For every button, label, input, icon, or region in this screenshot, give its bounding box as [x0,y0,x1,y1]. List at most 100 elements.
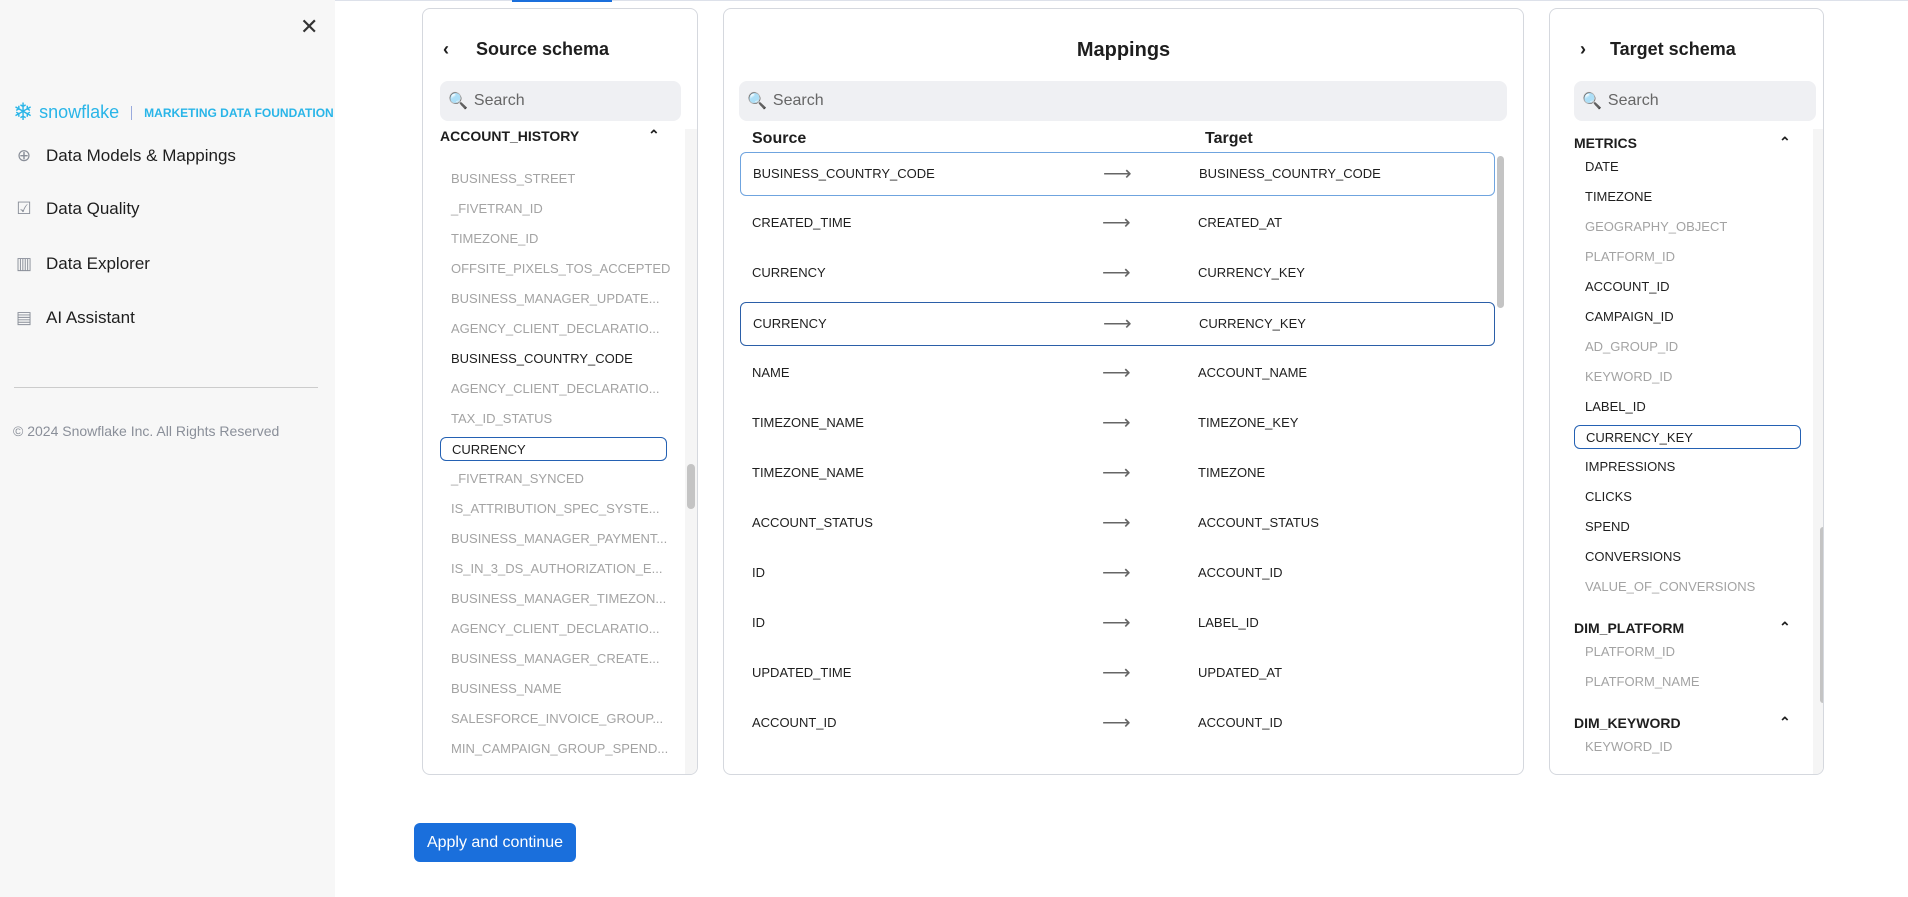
chevron-up-icon[interactable]: ⌃ [1779,714,1791,731]
section-header[interactable]: METRICS [1574,135,1637,151]
target-field-item[interactable]: AD_GROUP_ID [1574,335,1801,359]
target-field-item[interactable]: ACCOUNT_ID [1574,275,1801,299]
target-field-item[interactable]: CONVERSIONS [1574,545,1801,569]
search-placeholder: Search [1607,92,1659,109]
mapping-source: TIMEZONE_NAME [752,415,864,430]
source-field-item[interactable]: BUSINESS_MANAGER_UPDATE... [440,287,665,311]
source-field-item[interactable]: IS_ATTRIBUTION_SPEC_SYSTE... [440,497,665,521]
arrow-right-icon: ⟶ [1102,262,1131,284]
source-field-item[interactable]: BUSINESS_MANAGER_TIMEZON... [440,587,666,611]
mapping-row[interactable]: ACCOUNT_STATUS ⟶ ACCOUNT_STATUS [740,502,1495,546]
chevron-up-icon[interactable]: ⌃ [1779,134,1791,151]
mapping-source: UPDATED_TIME [752,665,852,680]
chat-icon: ▤ [15,308,33,327]
arrow-right-icon: ⟶ [1102,512,1131,534]
mappings-search-input[interactable]: 🔍 Search [739,81,1507,121]
mapping-row[interactable]: TIMEZONE_NAME ⟶ TIMEZONE [740,452,1495,496]
section-header[interactable]: DIM_PLATFORM [1574,620,1684,636]
target-field-item[interactable]: KEYWORD_ID [1574,365,1801,389]
logo-product: MARKETING DATA FOUNDATION [144,105,334,120]
target-field-item[interactable]: CLICKS [1574,485,1801,509]
mapping-row[interactable]: TIMEZONE_NAME ⟶ TIMEZONE_KEY [740,402,1495,446]
collapse-source-button[interactable]: ‹ [443,39,449,60]
divider [14,387,318,388]
source-schema-panel: ‹ Source schema 🔍 Search ACCOUNT_HISTORY … [422,8,698,775]
source-field-item[interactable]: SALESFORCE_INVOICE_GROUP... [440,707,665,731]
mapping-target: CREATED_AT [1198,215,1283,230]
source-field-item[interactable]: BUSINESS_MANAGER_CREATE... [440,647,665,671]
scrollbar-thumb[interactable] [1497,156,1504,308]
source-field-item[interactable]: BUSINESS_NAME [440,677,665,701]
target-field-item[interactable]: DATE [1574,155,1801,179]
target-field-item[interactable]: IMPRESSIONS [1574,455,1801,479]
target-field-item[interactable]: TIMEZONE [1574,185,1801,209]
source-field-item[interactable]: BUSINESS_COUNTRY_CODE [440,347,665,371]
source-field-item[interactable]: TIMEZONE_ID [440,227,665,251]
source-field-item[interactable]: CURRENCY [440,437,667,461]
arrow-right-icon: ⟶ [1102,362,1131,384]
mapping-source: ID [752,615,765,630]
source-field-item[interactable]: AGENCY_CLIENT_DECLARATIO... [440,377,665,401]
target-field-item[interactable]: KEYWORD_ID [1574,735,1801,759]
chevron-up-icon[interactable]: ⌃ [1779,619,1791,636]
target-schema-panel: › Target schema 🔍 Search METRICS ⌃ DATE TIME… [1549,8,1824,775]
source-field-item[interactable]: _FIVETRAN_SYNCED [440,467,665,491]
target-field-item[interactable]: LABEL_ID [1574,395,1801,419]
target-field-item[interactable]: VALUE_OF_CONVERSIONS [1574,575,1801,599]
arrow-right-icon: ⟶ [1102,562,1131,584]
checkbox-icon: ☑ [16,199,32,218]
mapping-row[interactable]: UPDATED_TIME ⟶ UPDATED_AT [740,652,1495,696]
mapping-target: LABEL_ID [1198,615,1259,630]
sidebar-item-data-models[interactable]: ⊕ Data Models & Mappings [14,146,236,166]
mapping-row[interactable]: BUSINESS_COUNTRY_CODE ⟶ BUSINESS_COUNTRY_C… [740,152,1495,196]
source-field-item[interactable]: MIN_CAMPAIGN_GROUP_SPEND... [440,737,668,761]
search-placeholder: Search [772,92,824,109]
scrollbar-track[interactable] [685,129,697,774]
arrow-right-icon: ⟶ [1102,212,1131,234]
mapping-target: TIMEZONE_KEY [1198,415,1299,430]
target-field-item[interactable]: PLATFORM_NAME [1574,670,1801,694]
bar-chart-icon: ▥ [15,254,33,273]
source-field-item[interactable]: AGENCY_CLIENT_DECLARATIO... [440,617,665,641]
source-field-item[interactable]: BUSINESS_MANAGER_PAYMENT... [440,527,667,551]
source-schema-title: Source schema [476,39,610,59]
source-field-item[interactable]: AGENCY_CLIENT_DECLARATIO... [440,317,665,341]
copyright: © 2024 Snowflake Inc. All Rights Reserve… [13,423,280,439]
apply-and-continue-button[interactable]: Apply and continue [414,823,576,862]
sidebar-item-ai-assistant[interactable]: ▤ AI Assistant [14,308,135,328]
target-field-item[interactable]: CURRENCY_KEY [1574,425,1801,449]
mapping-row[interactable]: ID ⟶ ACCOUNT_ID [740,552,1495,596]
target-search-input[interactable]: 🔍 Search [1574,81,1816,121]
target-field-item[interactable]: CAMPAIGN_ID [1574,305,1801,329]
target-field-item[interactable]: PLATFORM_ID [1574,245,1801,269]
scrollbar-thumb[interactable] [687,464,695,509]
mapping-row[interactable]: CURRENCY ⟶ CURRENCY_KEY [740,252,1495,296]
source-field-item[interactable]: OFFSITE_PIXELS_TOS_ACCEPTED [440,257,670,281]
target-field-item[interactable]: GEOGRAPHY_OBJECT [1574,215,1801,239]
mapping-row[interactable]: ID ⟶ LABEL_ID [740,602,1495,646]
section-header[interactable]: ACCOUNT_HISTORY [440,128,579,144]
target-column-header: Target [1205,130,1253,147]
source-search-input[interactable]: 🔍 Search [440,81,681,121]
sidebar-item-data-quality[interactable]: ☑ Data Quality [14,199,139,219]
scrollbar-thumb[interactable] [1820,527,1823,703]
target-field-item[interactable]: SPEND [1574,515,1801,539]
mapping-row[interactable]: CURRENCY ⟶ CURRENCY_KEY [740,302,1495,346]
mapping-row[interactable]: ACCOUNT_ID ⟶ ACCOUNT_ID [740,702,1495,746]
section-header[interactable]: DIM_KEYWORD [1574,715,1681,731]
mapping-row[interactable]: NAME ⟶ ACCOUNT_NAME [740,352,1495,396]
mapping-source: ID [752,565,765,580]
target-field-item[interactable]: PLATFORM_ID [1574,640,1801,664]
arrow-right-icon: ⟶ [1102,662,1131,684]
mapping-target: ACCOUNT_ID [1198,565,1283,580]
source-field-item[interactable]: TAX_ID_STATUS [440,407,665,431]
mapping-row[interactable]: CREATED_TIME ⟶ CREATED_AT [740,202,1495,246]
expand-target-button[interactable]: › [1580,39,1586,60]
source-field-item[interactable]: IS_IN_3_DS_AUTHORIZATION_E... [440,557,665,581]
source-field-item[interactable]: BUSINESS_STREET [440,167,665,191]
close-icon[interactable]: ✕ [300,14,318,40]
sidebar-item-data-explorer[interactable]: ▥ Data Explorer [14,254,150,274]
source-field-item[interactable]: _FIVETRAN_ID [440,197,665,221]
chevron-up-icon[interactable]: ⌃ [648,127,660,144]
source-column-header: Source [752,130,807,147]
